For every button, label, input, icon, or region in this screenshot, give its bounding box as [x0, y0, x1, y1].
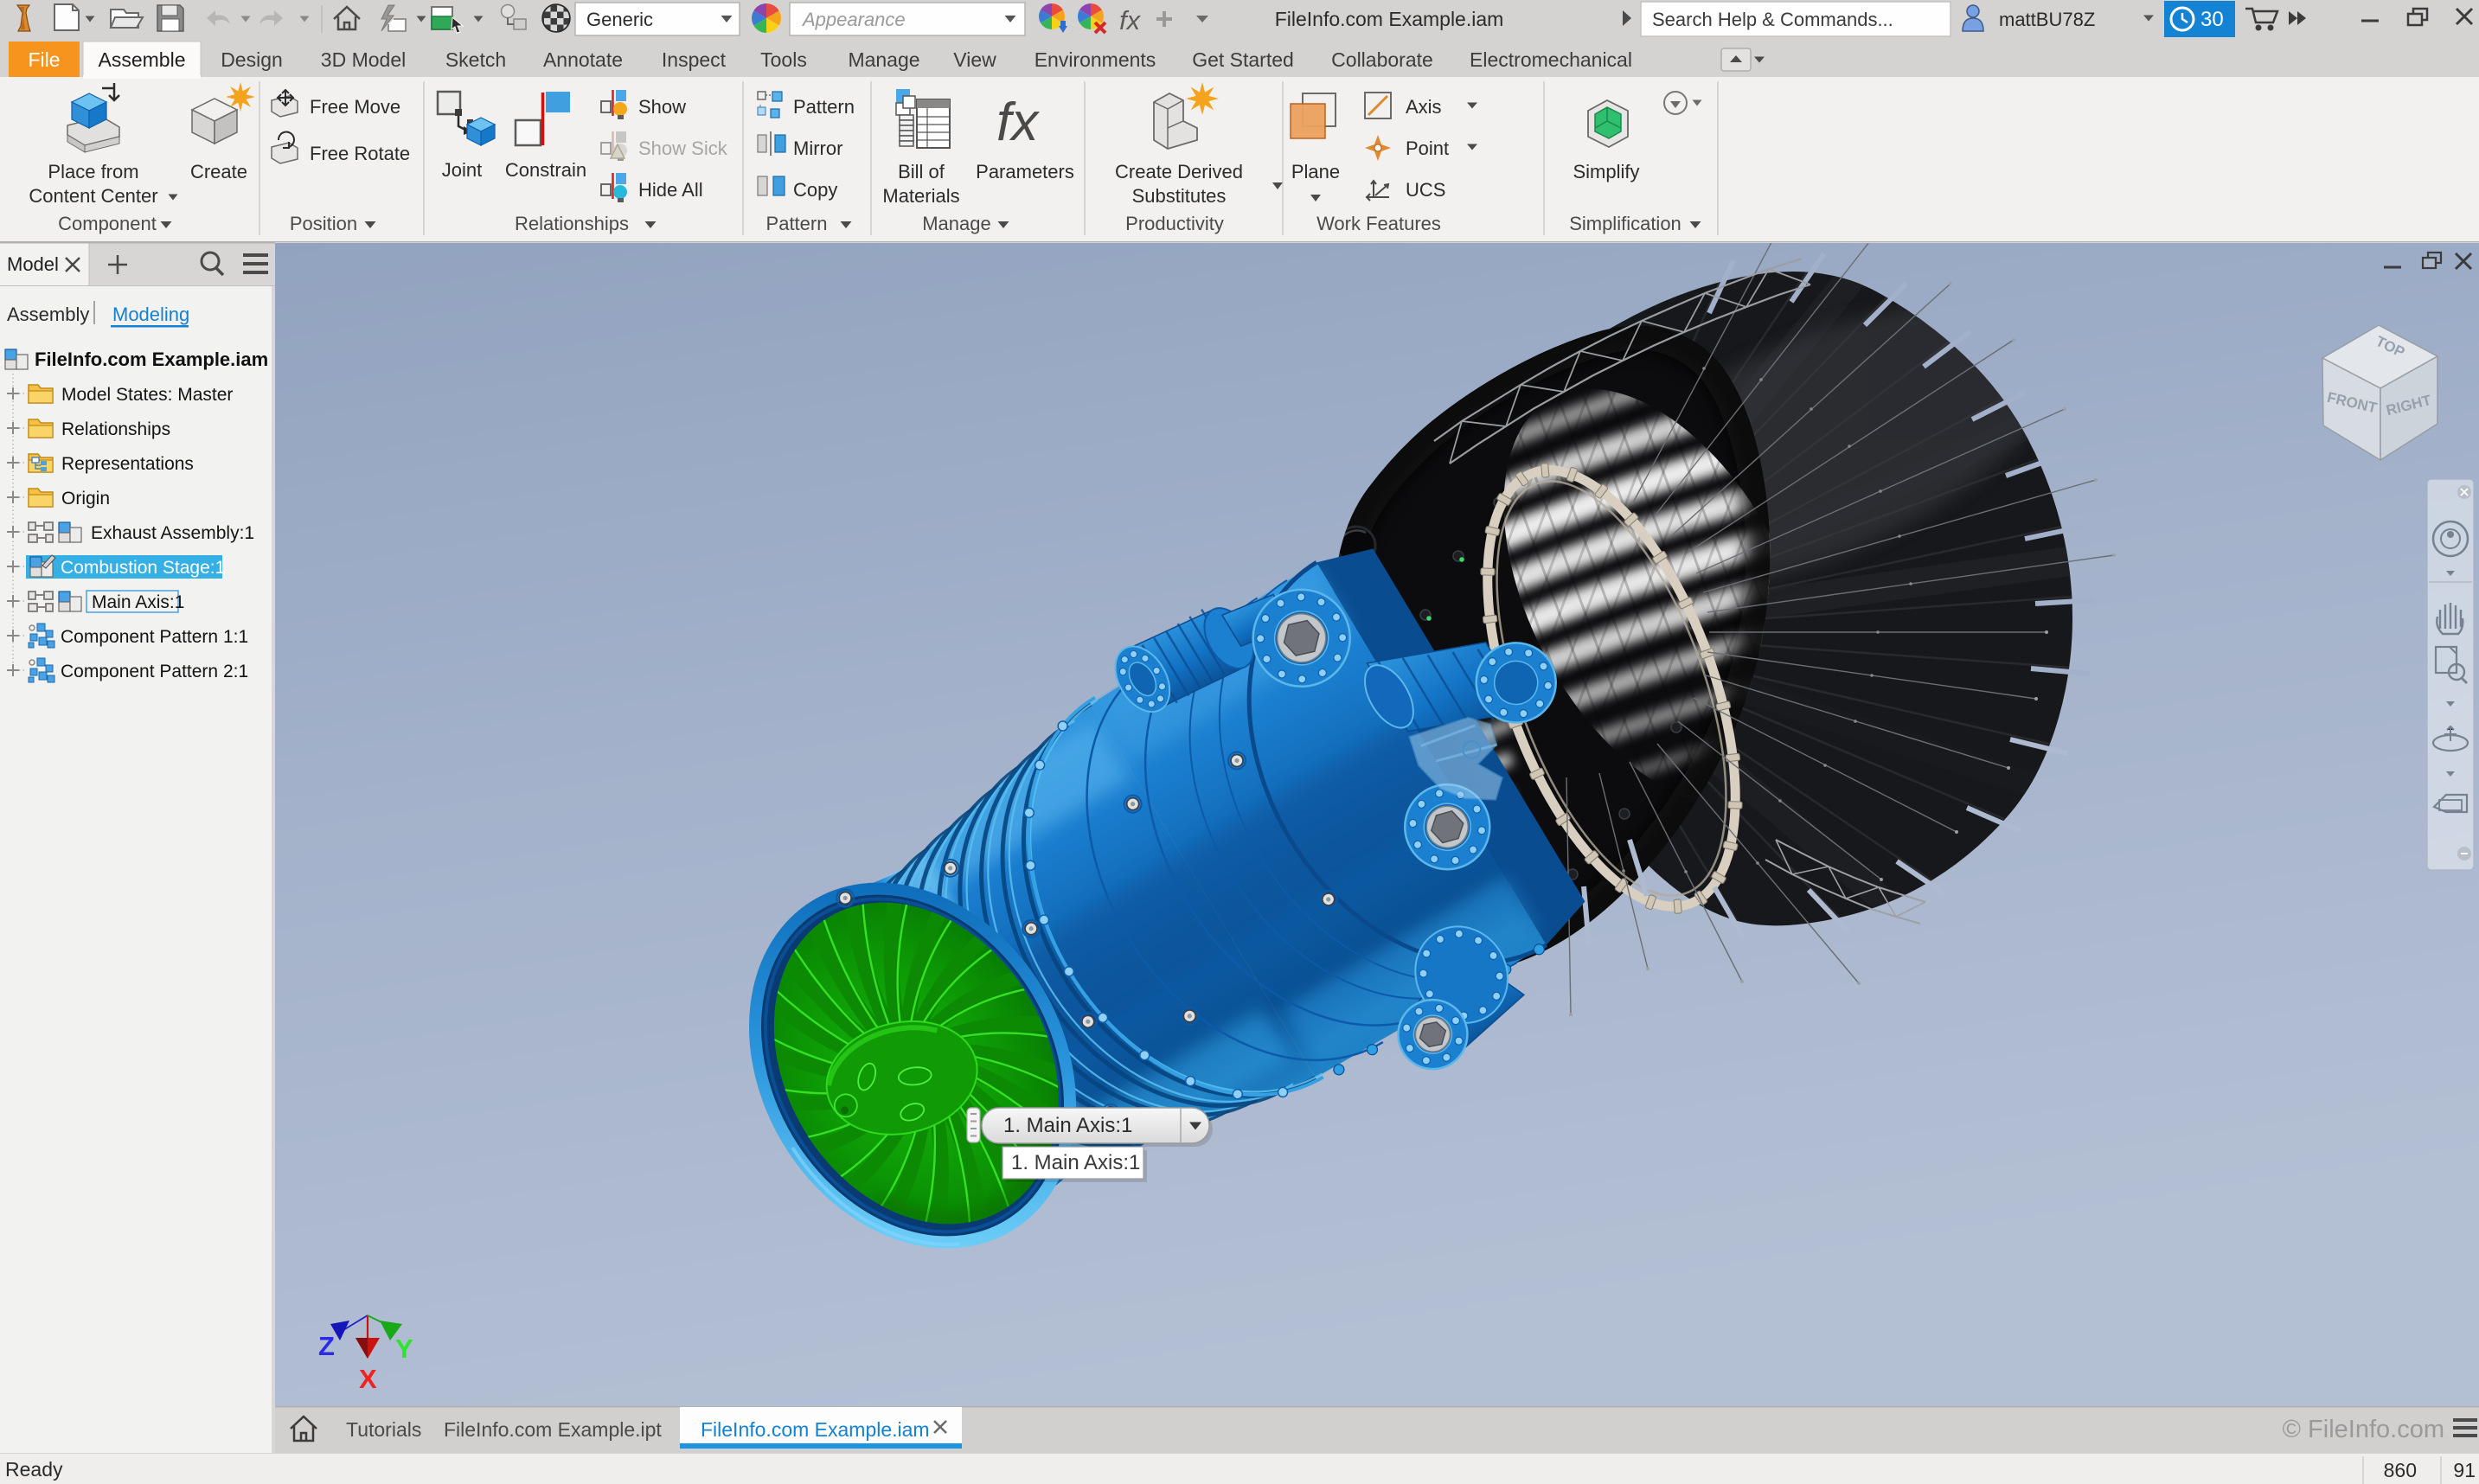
svg-text:Z: Z: [318, 1331, 335, 1361]
svg-text:Component: Component: [58, 213, 157, 234]
svg-text:30: 30: [2200, 8, 2224, 31]
svg-text:Mirror: Mirror: [793, 138, 842, 159]
svg-text:Model States: Master: Model States: Master: [61, 385, 233, 405]
svg-text:Origin: Origin: [61, 489, 110, 509]
svg-text:Modeling: Modeling: [112, 304, 189, 325]
svg-text:Component Pattern 2:1: Component Pattern 2:1: [61, 662, 248, 681]
svg-text:Parameters: Parameters: [976, 161, 1074, 182]
svg-text:Bill of: Bill of: [898, 161, 945, 182]
svg-text:Pattern: Pattern: [793, 96, 855, 118]
svg-text:X: X: [359, 1364, 377, 1394]
svg-text:Relationships: Relationships: [515, 213, 629, 234]
svg-text:Assembly: Assembly: [7, 304, 89, 325]
svg-text:Generic: Generic: [586, 9, 653, 30]
svg-text:File: File: [28, 48, 60, 71]
svg-text:Substitutes: Substitutes: [1132, 185, 1227, 207]
svg-text:Inspect: Inspect: [662, 48, 727, 71]
svg-text:Combustion Stage:1: Combustion Stage:1: [61, 558, 225, 578]
svg-text:mattBU78Z: mattBU78Z: [1999, 9, 2095, 30]
svg-text:Sketch: Sketch: [445, 48, 506, 71]
svg-text:Plane: Plane: [1291, 161, 1340, 182]
svg-text:91: 91: [2453, 1459, 2476, 1481]
svg-text:fx: fx: [1119, 5, 1142, 35]
svg-text:Copy: Copy: [793, 179, 837, 201]
svg-text:Show Sick: Show Sick: [638, 138, 728, 159]
svg-text:Manage: Manage: [922, 213, 991, 234]
svg-text:Position: Position: [290, 213, 357, 234]
svg-text:Create Derived: Create Derived: [1115, 161, 1243, 182]
svg-text:860: 860: [2384, 1459, 2417, 1481]
svg-text:View: View: [953, 48, 996, 71]
svg-text:Get Started: Get Started: [1192, 48, 1294, 71]
svg-text:Axis: Axis: [1406, 96, 1442, 118]
svg-text:Pattern: Pattern: [766, 213, 828, 234]
svg-text:Appearance: Appearance: [801, 9, 906, 30]
svg-text:Component Pattern 1:1: Component Pattern 1:1: [61, 627, 248, 647]
svg-text:UCS: UCS: [1406, 179, 1445, 201]
svg-text:Collaborate: Collaborate: [1331, 48, 1433, 71]
svg-text:Electromechanical: Electromechanical: [1470, 48, 1632, 71]
svg-text:Simplify: Simplify: [1573, 161, 1639, 182]
svg-text:Productivity: Productivity: [1125, 213, 1224, 234]
svg-text:Annotate: Annotate: [543, 48, 623, 71]
svg-text:3D Model: 3D Model: [321, 48, 406, 71]
svg-text:Ready: Ready: [5, 1458, 63, 1481]
svg-text:Representations: Representations: [61, 454, 194, 474]
svg-text:Simplification: Simplification: [1569, 213, 1681, 234]
svg-text:FileInfo.com Example.iam: FileInfo.com Example.iam: [701, 1418, 930, 1441]
svg-text:© FileInfo.com: © FileInfo.com: [2283, 1416, 2444, 1443]
svg-text:Manage: Manage: [848, 48, 919, 71]
svg-text:Design: Design: [221, 48, 283, 71]
svg-text:Tools: Tools: [760, 48, 807, 71]
svg-text:Free Rotate: Free Rotate: [310, 143, 410, 164]
svg-text:fx: fx: [996, 93, 1040, 152]
svg-text:Point: Point: [1406, 138, 1449, 159]
svg-text:FileInfo.com Example.iam: FileInfo.com Example.iam: [35, 349, 268, 370]
svg-text:Search Help & Commands...: Search Help & Commands...: [1652, 9, 1893, 30]
svg-text:Assemble: Assemble: [99, 48, 186, 71]
svg-text:Materials: Materials: [882, 185, 959, 207]
svg-text:Place from: Place from: [48, 161, 138, 182]
svg-text:Create: Create: [190, 161, 247, 182]
svg-text:Model: Model: [7, 253, 59, 275]
svg-text:1. Main Axis:1: 1. Main Axis:1: [1003, 1114, 1132, 1137]
svg-text:Main Axis:1: Main Axis:1: [92, 592, 184, 612]
svg-text:1. Main Axis:1: 1. Main Axis:1: [1011, 1151, 1140, 1174]
svg-text:FileInfo.com Example.iam: FileInfo.com Example.iam: [1275, 8, 1504, 30]
svg-text:Y: Y: [395, 1334, 413, 1364]
svg-text:Hide All: Hide All: [638, 179, 703, 201]
svg-text:Work Features: Work Features: [1316, 213, 1441, 234]
svg-text:Show: Show: [638, 96, 686, 118]
svg-text:Content Center: Content Center: [29, 185, 157, 207]
svg-text:Tutorials: Tutorials: [346, 1418, 421, 1441]
svg-text:Exhaust Assembly:1: Exhaust Assembly:1: [91, 523, 254, 543]
svg-text:Free Move: Free Move: [310, 96, 400, 118]
svg-text:FileInfo.com Example.ipt: FileInfo.com Example.ipt: [444, 1418, 662, 1441]
svg-text:Relationships: Relationships: [61, 419, 170, 439]
svg-text:Constrain: Constrain: [505, 159, 586, 181]
svg-text:Joint: Joint: [442, 159, 482, 181]
svg-text:Environments: Environments: [1035, 48, 1156, 71]
